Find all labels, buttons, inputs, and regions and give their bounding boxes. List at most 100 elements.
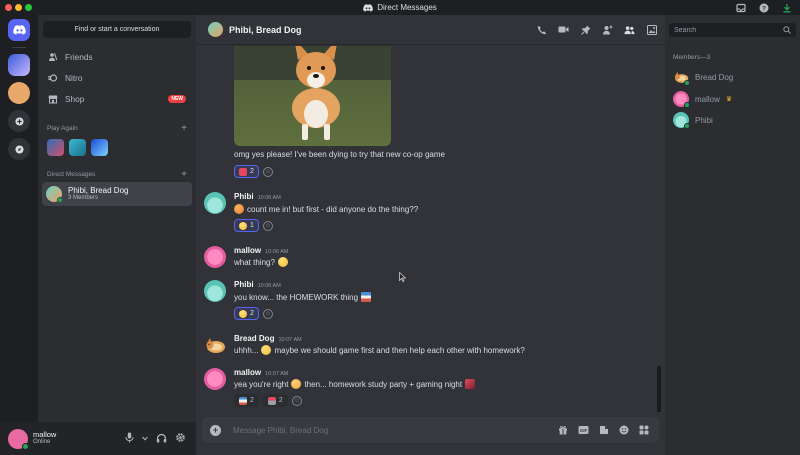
headphones-icon[interactable] — [156, 433, 167, 445]
member-name: mallow — [695, 94, 720, 104]
add-reaction-icon[interactable]: ☺ — [291, 395, 302, 406]
add-friends-to-dm-icon[interactable] — [602, 24, 613, 35]
create-dm-button[interactable]: + — [181, 169, 187, 180]
window-titlebar: Direct Messages ? — [0, 0, 800, 15]
sticker-icon[interactable] — [599, 425, 609, 437]
reaction-face-button[interactable]: 1 — [234, 219, 259, 232]
avatar[interactable] — [204, 246, 226, 268]
member-list-panel: Members—3 Bread Dog mallow ♛ Phibi — [665, 15, 800, 455]
message-content-end: maybe we should game first and then help… — [274, 345, 525, 355]
home-button[interactable] — [8, 19, 30, 41]
discord-logo-icon — [363, 3, 373, 12]
svg-text:?: ? — [762, 5, 766, 12]
zoom-window-button[interactable] — [25, 4, 32, 11]
add-reaction-icon[interactable]: ☺ — [262, 220, 273, 231]
composer-tools: GIF — [558, 425, 649, 437]
avatar[interactable] — [204, 280, 226, 302]
avatar[interactable] — [204, 334, 226, 356]
avatar[interactable] — [204, 192, 226, 214]
reaction-bar: 1 ☺ — [234, 219, 273, 232]
add-reaction-icon[interactable]: ☺ — [262, 308, 273, 319]
message-author[interactable]: Phibi 10:06 AM — [234, 280, 281, 289]
user-name: mallow — [33, 430, 57, 440]
game-icon[interactable] — [91, 139, 108, 156]
member-list-icon[interactable] — [624, 24, 635, 35]
sad-face-emoji-icon — [291, 379, 302, 389]
message-author[interactable]: Phibi 10:06 AM — [234, 192, 281, 201]
search-box — [669, 23, 796, 37]
inbox-icon[interactable] — [735, 2, 746, 13]
emoji-picker-icon[interactable] — [619, 425, 629, 437]
gif-icon[interactable]: GIF — [578, 425, 589, 437]
upload-plus-button[interactable]: + — [210, 424, 221, 436]
message-content: count me in! but first - did anyone do t… — [247, 204, 419, 214]
download-icon[interactable] — [781, 2, 792, 13]
thinking-emoji-icon — [277, 257, 288, 267]
reaction-crying-face-button[interactable]: 2 — [234, 307, 259, 320]
chat-title: Phibi, Bread Dog — [229, 24, 302, 35]
message-input[interactable] — [233, 425, 533, 435]
author-name: mallow — [234, 246, 262, 255]
message-timestamp: 10:07 AM — [265, 371, 289, 377]
dm-item-phibi-bread-dog[interactable]: Phibi, Bread Dog 3 Members — [42, 182, 192, 206]
server-icon-2[interactable] — [8, 82, 30, 104]
dm-item-name: Phibi, Bread Dog — [68, 185, 129, 195]
member-item-phibi[interactable]: Phibi — [673, 110, 793, 130]
message-text: what thing? — [234, 257, 288, 267]
play-again-add-button[interactable]: + — [181, 123, 187, 134]
avatar — [673, 112, 690, 129]
minimize-window-button[interactable] — [15, 4, 22, 11]
sidebar-nav: Friends Nitro Shop NEW — [38, 47, 196, 109]
pinned-messages-icon[interactable] — [580, 24, 591, 35]
game-icon[interactable] — [47, 139, 64, 156]
sidebar-item-nitro[interactable]: Nitro — [42, 68, 192, 88]
message-text: omg yes please! I've been dying to try t… — [234, 150, 445, 159]
search-input[interactable] — [674, 26, 774, 34]
game-icon[interactable] — [69, 139, 86, 156]
books-emoji-icon — [361, 292, 372, 302]
gift-icon[interactable] — [558, 425, 568, 437]
crying-face-emoji-icon — [239, 309, 247, 318]
group-owner-crown-icon: ♛ — [725, 96, 733, 103]
add-server-button[interactable] — [8, 110, 30, 132]
member-item-mallow[interactable]: mallow ♛ — [673, 89, 793, 109]
avatar[interactable] — [8, 428, 29, 450]
message-list-scrollbar[interactable] — [657, 366, 661, 412]
image-attachment[interactable] — [234, 46, 391, 146]
apps-icon[interactable] — [639, 425, 649, 437]
explore-servers-button[interactable] — [8, 138, 30, 160]
sidebar-item-friends[interactable]: Friends — [42, 47, 192, 67]
settings-gear-icon[interactable] — [175, 432, 186, 445]
author-name: Phibi — [234, 192, 254, 201]
reaction-bar: 2 ☺ — [234, 307, 273, 320]
voice-call-icon[interactable] — [536, 24, 547, 35]
message-content: omg yes please! I've been dying to try t… — [234, 150, 445, 159]
message-author[interactable]: Bread Dog 10:07 AM — [234, 334, 302, 343]
message-text: yea you're right then... homework study … — [234, 379, 476, 389]
sidebar-item-shop[interactable]: Shop NEW — [42, 89, 192, 109]
grimace-emoji-icon — [261, 345, 272, 355]
online-status-icon — [57, 197, 63, 203]
server-icon-1[interactable] — [8, 54, 30, 76]
reaction-books-button[interactable]: 2 — [234, 394, 259, 407]
sidebar-item-label: Friends — [65, 52, 93, 62]
reaction-heart-button[interactable]: 2 — [234, 165, 259, 178]
chat-toolbar — [536, 24, 657, 35]
message-author[interactable]: mallow 10:06 AM — [234, 246, 288, 255]
message-author[interactable]: mallow 10:07 AM — [234, 368, 288, 377]
reaction-joystick-button[interactable]: 2 — [262, 394, 288, 407]
find-conversation-button[interactable]: Find or start a conversation — [43, 21, 191, 38]
member-item-bread-dog[interactable]: Bread Dog — [673, 67, 793, 87]
microphone-icon[interactable] — [125, 432, 134, 445]
help-icon[interactable]: ? — [758, 2, 769, 13]
add-reaction-icon[interactable]: ☺ — [262, 166, 273, 177]
chevron-down-icon[interactable] — [142, 434, 148, 443]
search-icon — [783, 26, 791, 34]
svg-text:GIF: GIF — [580, 428, 588, 433]
video-call-icon[interactable] — [558, 24, 569, 35]
close-window-button[interactable] — [5, 4, 12, 11]
message-content-start: yea you're right — [234, 379, 289, 389]
avatar[interactable] — [204, 368, 226, 390]
gallery-icon[interactable] — [646, 24, 657, 35]
message-content: you know... the HOMEWORK thing — [234, 292, 359, 302]
